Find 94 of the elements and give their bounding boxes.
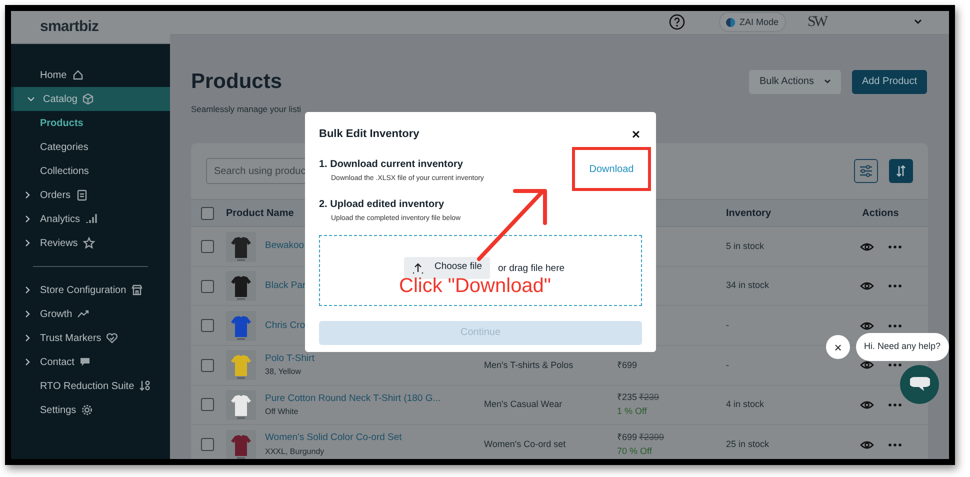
- sort-icon: [139, 380, 152, 392]
- chevron-icon: [27, 95, 35, 103]
- more-icon[interactable]: [888, 244, 902, 249]
- nav-item[interactable]: Orders: [11, 183, 170, 207]
- step-heading: 2. Upload edited inventory: [319, 198, 444, 212]
- table-cell-text: Women's Co-ord set: [484, 438, 567, 451]
- nav-item[interactable]: Contact: [11, 350, 170, 374]
- house-icon: [72, 69, 84, 81]
- checkbox[interactable]: [201, 319, 214, 332]
- column-header: Inventory: [726, 206, 772, 221]
- table-cell-text: -: [726, 318, 730, 332]
- nav-item[interactable]: Settings: [11, 398, 170, 422]
- more-icon[interactable]: [888, 363, 902, 368]
- page-subtitle: Seamlessly manage your listi: [191, 102, 302, 116]
- filter-button[interactable]: [854, 159, 878, 184]
- mode-toggle[interactable]: ZAI Mode: [719, 12, 786, 32]
- clipboard-icon: [76, 189, 88, 201]
- nav-item[interactable]: Trust Markers: [11, 326, 170, 350]
- speech-bubble-icon: [79, 356, 92, 368]
- sort-arrows-icon: [895, 165, 907, 178]
- nav-item[interactable]: Store Configuration: [11, 278, 170, 302]
- table-cell-text: 5 in stock: [726, 240, 766, 253]
- speech-bubble-icon: [910, 376, 930, 393]
- table-cell-text: -: [726, 358, 730, 372]
- old-price-text: ₹2399: [639, 431, 664, 444]
- chevron-icon: [24, 358, 32, 366]
- chevron-icon: [24, 191, 32, 199]
- choose-file-button[interactable]: Choose file: [404, 256, 490, 278]
- table-cell-text: Men's T-shirts & Polos: [484, 358, 574, 372]
- heart-badge-icon: [106, 332, 118, 344]
- checkbox[interactable]: [201, 358, 214, 372]
- price-text: ₹699: [617, 358, 638, 372]
- column-header: Product Name: [226, 206, 294, 221]
- column-header: Actions: [862, 206, 899, 221]
- old-price-text: ₹239: [639, 391, 660, 404]
- nav-subitem[interactable]: Collections: [11, 159, 170, 183]
- nav-item[interactable]: Catalog: [11, 87, 170, 111]
- star-icon: [82, 237, 95, 249]
- price-text: ₹699: [617, 431, 638, 444]
- circle-icon: [726, 18, 736, 27]
- table-cell-text: 34 in stock: [726, 279, 770, 292]
- table-cell-text: 4 in stock: [726, 398, 766, 412]
- add-product-button[interactable]: Add Product: [852, 70, 927, 94]
- gear-icon: [81, 404, 94, 416]
- nav-item[interactable]: Analytics: [11, 207, 170, 231]
- caret-icon: [824, 79, 831, 84]
- more-icon[interactable]: [888, 402, 902, 407]
- table-cell-text: 25 in stock: [726, 438, 770, 451]
- product-variant: 38, Yellow: [265, 366, 302, 378]
- checkbox[interactable]: [201, 280, 214, 293]
- chevron-down-icon[interactable]: [914, 19, 922, 26]
- chevron-icon: [24, 334, 32, 342]
- table-cell-text: Men's Casual Wear: [484, 398, 564, 412]
- step-heading: 1. Download current inventory: [319, 158, 463, 172]
- nav-subitem[interactable]: Categories: [11, 135, 170, 159]
- sliders-icon: [859, 165, 873, 178]
- bar-chart-icon: [85, 213, 98, 225]
- upload-icon: [412, 262, 424, 274]
- nav-item[interactable]: RTO Reduction Suite: [11, 374, 170, 398]
- nav-item[interactable]: Reviews: [11, 231, 170, 255]
- storefront-icon: [131, 284, 144, 296]
- discount-text: 70 % Off: [617, 444, 653, 458]
- product-variant: XXXL, Burgundy: [265, 446, 326, 458]
- more-icon[interactable]: [888, 324, 902, 328]
- drag-hint: or drag file here: [498, 262, 565, 276]
- nav-item[interactable]: Home: [11, 63, 170, 87]
- download-link[interactable]: Download: [572, 147, 651, 191]
- product-variant: Off White: [265, 406, 300, 418]
- chevron-icon: [24, 239, 32, 247]
- price-text: ₹235: [617, 391, 638, 404]
- sort-button[interactable]: [889, 159, 913, 184]
- bulk-actions-button[interactable]: Bulk Actions: [749, 70, 841, 94]
- close-button[interactable]: ×: [632, 127, 640, 142]
- account-logo: SW: [808, 13, 826, 32]
- checkbox[interactable]: [201, 438, 214, 452]
- chevron-icon: [24, 310, 32, 318]
- nav-subitem[interactable]: Products: [11, 111, 170, 135]
- discount-text: 1 % Off: [617, 404, 648, 418]
- chat-bubble: Hi. Need any help?: [856, 333, 949, 361]
- more-icon[interactable]: [888, 284, 902, 288]
- page-title: Products: [191, 68, 282, 95]
- brand-logo: smartbiz: [40, 16, 99, 37]
- more-icon[interactable]: [888, 442, 902, 447]
- chevron-icon: [24, 215, 32, 223]
- modal-title: Bulk Edit Inventory: [319, 127, 420, 142]
- trend-icon: [77, 308, 90, 320]
- cube-icon: [82, 93, 94, 105]
- eye-icon[interactable]: [860, 360, 874, 370]
- checkbox[interactable]: [201, 206, 214, 220]
- nav-item[interactable]: Growth: [11, 302, 170, 326]
- checkbox[interactable]: [201, 398, 214, 412]
- chevron-icon: [24, 286, 32, 294]
- checkbox[interactable]: [201, 240, 214, 254]
- help-icon[interactable]: [669, 14, 686, 30]
